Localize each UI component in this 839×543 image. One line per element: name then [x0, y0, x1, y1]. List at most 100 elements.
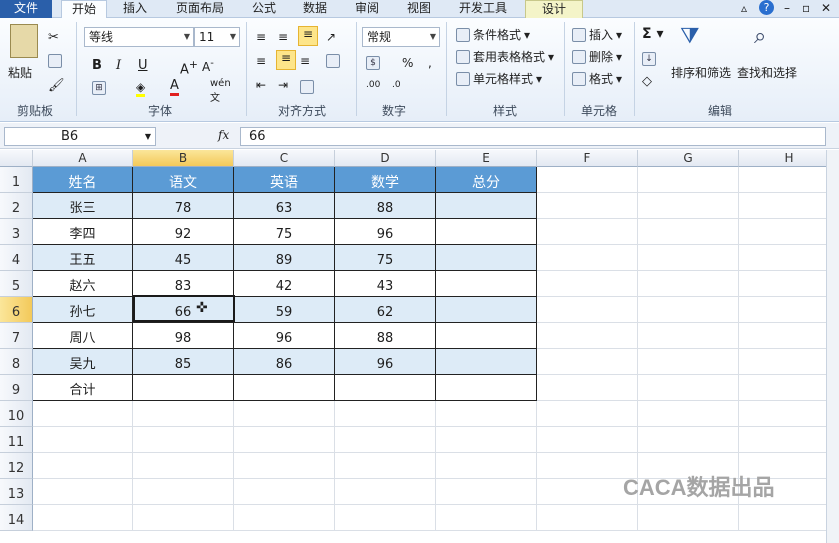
grid-cell[interactable]: [638, 375, 739, 401]
tab-home[interactable]: 开始: [61, 0, 107, 19]
table-header-cell[interactable]: 语文: [133, 167, 234, 193]
name-box[interactable]: B6 ▼: [4, 127, 156, 146]
grid-cell[interactable]: [638, 401, 739, 427]
row-header[interactable]: 14: [0, 505, 33, 531]
grid-cell[interactable]: [638, 323, 739, 349]
row-header[interactable]: 12: [0, 453, 33, 479]
table-cell[interactable]: [436, 323, 537, 349]
grid-cell[interactable]: [537, 219, 638, 245]
align-middle-icon[interactable]: ≡: [278, 30, 288, 44]
grid-cell[interactable]: [33, 505, 133, 531]
table-cell[interactable]: [436, 193, 537, 219]
grid-cell[interactable]: [638, 167, 739, 193]
grid-cell[interactable]: [234, 505, 335, 531]
increase-indent-icon[interactable]: ⇥: [278, 78, 288, 92]
minimize-ribbon-icon[interactable]: ▵: [741, 1, 747, 15]
borders-icon[interactable]: ⊞: [92, 81, 106, 95]
grid-cell[interactable]: [133, 401, 234, 427]
grid-cell[interactable]: [537, 401, 638, 427]
grid-cell[interactable]: [436, 479, 537, 505]
grid-cell[interactable]: [739, 297, 826, 323]
tab-page-layout[interactable]: 页面布局: [165, 0, 235, 18]
grid-cell[interactable]: [537, 375, 638, 401]
table-cell[interactable]: 96: [335, 349, 436, 375]
grid-cell[interactable]: [739, 427, 826, 453]
grid-cell[interactable]: [739, 193, 826, 219]
grid-cell[interactable]: [234, 401, 335, 427]
table-header-cell[interactable]: 数学: [335, 167, 436, 193]
find-select-button[interactable]: 查找和选择: [737, 64, 797, 81]
format-cells-button[interactable]: 格式 ▾: [572, 70, 622, 87]
table-cell[interactable]: 45: [133, 245, 234, 271]
table-cell[interactable]: 合计: [33, 375, 133, 401]
grow-font-icon[interactable]: A+: [180, 58, 198, 77]
comma-icon[interactable]: ,: [428, 56, 432, 70]
grid-cell[interactable]: [133, 453, 234, 479]
italic-icon[interactable]: I: [116, 58, 121, 73]
grid-cell[interactable]: [739, 349, 826, 375]
align-center-icon[interactable]: ≡: [276, 50, 296, 70]
table-cell[interactable]: 42: [234, 271, 335, 297]
table-cell[interactable]: [436, 245, 537, 271]
grid-cell[interactable]: [436, 453, 537, 479]
table-header-cell[interactable]: 英语: [234, 167, 335, 193]
table-cell[interactable]: 96: [335, 219, 436, 245]
insert-function-icon[interactable]: fx: [218, 128, 229, 142]
insert-cells-button[interactable]: 插入 ▾: [572, 26, 622, 43]
tab-insert[interactable]: 插入: [112, 0, 158, 18]
formula-input[interactable]: 66: [240, 127, 826, 146]
table-header-cell[interactable]: 总分: [436, 167, 537, 193]
align-top-icon[interactable]: ≡: [256, 30, 266, 44]
window-minimize-icon[interactable]: –: [784, 1, 790, 15]
table-cell[interactable]: [436, 375, 537, 401]
grid-cell[interactable]: [335, 427, 436, 453]
grid-cell[interactable]: [133, 427, 234, 453]
grid-cell[interactable]: [335, 505, 436, 531]
font-size-combo[interactable]: 11 ▼: [194, 27, 240, 47]
table-cell[interactable]: 78: [133, 193, 234, 219]
grid-cell[interactable]: [537, 505, 638, 531]
paste-button[interactable]: 粘贴: [8, 64, 32, 81]
grid-cell[interactable]: [739, 323, 826, 349]
conditional-formatting-button[interactable]: 条件格式 ▾: [456, 26, 530, 43]
phonetic-icon[interactable]: wén 文: [210, 78, 231, 104]
decrease-indent-icon[interactable]: ⇤: [256, 78, 266, 92]
sort-filter-button[interactable]: 排序和筛选: [671, 64, 731, 81]
tab-formulas[interactable]: 公式: [243, 0, 285, 18]
row-header[interactable]: 4: [0, 245, 33, 271]
table-cell[interactable]: 周八: [33, 323, 133, 349]
row-header[interactable]: 6: [0, 297, 33, 323]
grid-cell[interactable]: [638, 297, 739, 323]
table-cell[interactable]: 62: [335, 297, 436, 323]
delete-cells-button[interactable]: 删除 ▾: [572, 48, 622, 65]
grid-cell[interactable]: [638, 271, 739, 297]
row-header[interactable]: 13: [0, 479, 33, 505]
font-name-combo[interactable]: 等线 ▼: [84, 27, 194, 47]
grid-cell[interactable]: [739, 505, 826, 531]
table-cell[interactable]: 王五: [33, 245, 133, 271]
grid-cell[interactable]: [537, 323, 638, 349]
column-header[interactable]: A: [33, 150, 133, 167]
grid-cell[interactable]: [638, 193, 739, 219]
table-cell[interactable]: [436, 297, 537, 323]
align-left-icon[interactable]: ≡: [256, 54, 266, 68]
table-header-cell[interactable]: 姓名: [33, 167, 133, 193]
table-cell[interactable]: 75: [335, 245, 436, 271]
grid-cell[interactable]: [739, 167, 826, 193]
vertical-scrollbar[interactable]: [826, 150, 839, 543]
tab-file[interactable]: 文件: [0, 0, 52, 18]
grid-cell[interactable]: [638, 219, 739, 245]
increase-decimal-icon[interactable]: .00: [366, 80, 380, 90]
percent-icon[interactable]: %: [402, 56, 413, 70]
tab-data[interactable]: 数据: [294, 0, 336, 18]
format-painter-icon[interactable]: 🖌: [48, 78, 65, 93]
grid-cell[interactable]: [133, 479, 234, 505]
row-header[interactable]: 7: [0, 323, 33, 349]
grid-cell[interactable]: [638, 505, 739, 531]
table-cell[interactable]: [335, 375, 436, 401]
grid-cell[interactable]: [537, 349, 638, 375]
decrease-decimal-icon[interactable]: .0: [392, 80, 401, 90]
font-color-icon[interactable]: A: [170, 78, 179, 96]
format-as-table-button[interactable]: 套用表格格式 ▾: [456, 48, 554, 65]
grid-cell[interactable]: [638, 349, 739, 375]
